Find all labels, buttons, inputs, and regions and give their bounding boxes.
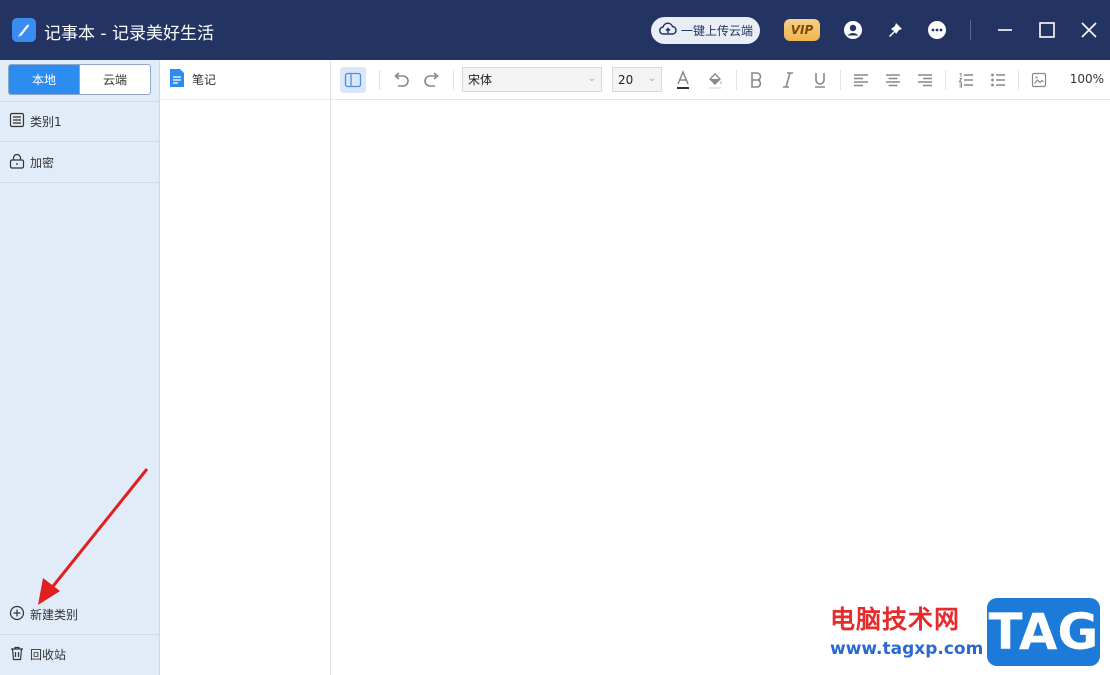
toolbar-divider	[736, 70, 737, 90]
note-title: 笔记	[192, 73, 217, 87]
list-icon	[9, 112, 25, 131]
vip-badge[interactable]: VIP	[784, 19, 820, 41]
minimize-icon[interactable]	[993, 18, 1017, 42]
upload-label: 一键上传云端	[681, 24, 754, 38]
watermark-url: www.tagxp.com	[830, 639, 984, 659]
font-size-select[interactable]: 20 ⌄	[612, 67, 662, 92]
bullet-list-icon[interactable]	[985, 67, 1011, 93]
titlebar-divider	[970, 20, 971, 40]
more-options-icon[interactable]	[925, 18, 949, 42]
font-family-select[interactable]: 宋体 ⌄	[462, 67, 602, 92]
align-center-icon[interactable]	[880, 67, 906, 93]
tab-local[interactable]: 本地	[9, 65, 79, 94]
italic-icon[interactable]	[775, 67, 801, 93]
category-label: 加密	[30, 155, 55, 170]
toolbar-divider	[453, 70, 454, 90]
sidebar-item-encrypted[interactable]: 加密	[0, 142, 160, 183]
cloud-upload-icon	[659, 22, 677, 39]
storage-tabs: 本地 云端	[8, 64, 151, 95]
highlight-color-icon[interactable]	[702, 67, 728, 93]
toolbar-divider	[379, 70, 380, 90]
note-list-item[interactable]: 笔记	[160, 60, 330, 100]
watermark-site-name: 电脑技术网	[830, 605, 961, 634]
toggle-sidebar-icon[interactable]	[340, 67, 366, 93]
undo-icon[interactable]	[388, 67, 414, 93]
watermark-logo: TAG	[987, 598, 1100, 666]
app-logo-icon	[12, 18, 36, 42]
bold-icon[interactable]	[743, 67, 769, 93]
font-size-value: 20	[618, 72, 634, 87]
chevron-down-icon: ⌄	[587, 73, 596, 84]
trash-label: 回收站	[30, 648, 67, 662]
upload-to-cloud-button[interactable]: 一键上传云端	[651, 17, 760, 44]
font-family-value: 宋体	[468, 73, 493, 87]
pin-icon[interactable]	[883, 18, 907, 42]
align-right-icon[interactable]	[912, 67, 938, 93]
chevron-down-icon: ⌄	[647, 73, 656, 84]
toolbar-divider	[1018, 70, 1019, 90]
notepad-app: 记事本 - 记录美好生活 一键上传云端 VIP 本地 云端 类别1 加密 新建类…	[0, 0, 1110, 675]
editor-toolbar: 宋体 ⌄ 20 ⌄ 100%	[331, 60, 1110, 100]
lock-icon	[9, 153, 25, 172]
add-circle-icon	[9, 605, 25, 624]
toolbar-divider	[945, 70, 946, 90]
annotation-arrow	[38, 468, 149, 605]
editor-area[interactable]	[331, 100, 1110, 675]
tab-cloud[interactable]: 云端	[79, 65, 150, 94]
zoom-level[interactable]: 100%	[1070, 72, 1104, 86]
numbered-list-icon[interactable]	[953, 67, 979, 93]
title-bar: 记事本 - 记录美好生活 一键上传云端 VIP	[0, 0, 1110, 60]
underline-icon[interactable]	[807, 67, 833, 93]
toolbar-divider	[840, 70, 841, 90]
user-avatar-icon[interactable]	[841, 18, 865, 42]
close-icon[interactable]	[1077, 18, 1101, 42]
insert-image-icon[interactable]	[1026, 67, 1052, 93]
window-title: 记事本 - 记录美好生活	[44, 24, 214, 44]
document-icon	[168, 68, 186, 91]
trash-icon	[9, 645, 25, 664]
category-sidebar: 本地 云端 类别1 加密 新建类别 回收站	[0, 60, 160, 675]
align-left-icon[interactable]	[848, 67, 874, 93]
maximize-icon[interactable]	[1035, 18, 1059, 42]
font-color-icon[interactable]	[670, 67, 696, 93]
trash-button[interactable]: 回收站	[0, 634, 160, 674]
category-label: 类别1	[30, 115, 62, 129]
sidebar-item-category1[interactable]: 类别1	[0, 101, 160, 142]
redo-icon[interactable]	[419, 67, 445, 93]
note-list: 笔记	[160, 60, 331, 675]
